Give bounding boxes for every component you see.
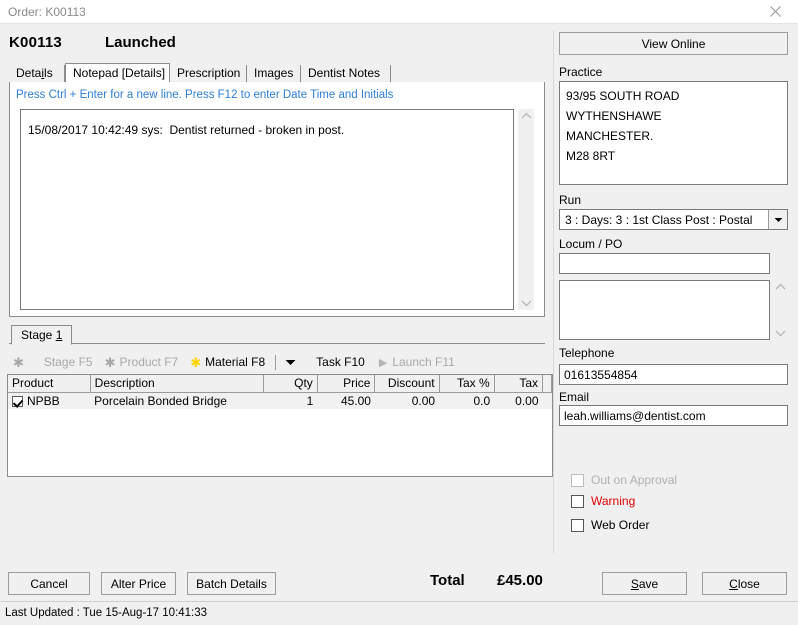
product-f7-button[interactable]: Product F7 — [120, 355, 179, 369]
cell-description: Porcelain Bonded Bridge — [90, 392, 264, 409]
asterisk-icon-stage[interactable]: ✱ — [13, 356, 24, 369]
col-price[interactable]: Price — [317, 375, 376, 393]
cell-product[interactable]: NPBB — [8, 392, 91, 409]
tab-details[interactable]: Details — [9, 65, 65, 82]
stage-tab-strip: Stage 1 — [9, 325, 545, 345]
material-f8-button[interactable]: Material F8 — [205, 355, 265, 369]
tab-images[interactable]: Images — [247, 65, 301, 82]
col-tax-pct[interactable]: Tax % — [439, 375, 495, 393]
title-bar: Order: K00113 — [0, 0, 798, 24]
practice-address-text: 93/95 SOUTH ROAD WYTHENSHAWE MANCHESTER.… — [566, 89, 680, 163]
checkbox-box[interactable] — [571, 494, 584, 508]
stage-tab-1[interactable]: Stage 1 — [11, 325, 73, 345]
total-label: Total — [430, 572, 465, 589]
cell-discount: 0.00 — [374, 392, 440, 409]
chevron-down-icon[interactable] — [775, 330, 786, 337]
cancel-button[interactable]: Cancel — [8, 572, 90, 595]
cell-price: 45.00 — [317, 392, 375, 409]
order-number: K00113 — [9, 34, 62, 51]
col-tax[interactable]: Tax — [494, 375, 544, 393]
launch-f11-button[interactable]: Launch F11 — [392, 355, 455, 369]
tab-dentist-notes-label: Dentist Notes — [308, 66, 381, 80]
chevron-up-icon[interactable] — [775, 283, 786, 290]
warning-label: Warning — [591, 494, 636, 508]
cell-tax: 0.00 — [494, 392, 543, 409]
toolbar-divider — [275, 354, 277, 370]
alter-price-button[interactable]: Alter Price — [101, 572, 176, 595]
tab-images-label: Images — [254, 66, 294, 80]
tab-strip: Details Notepad [Details] Prescription I… — [9, 63, 545, 82]
stage-tab-number: 1 — [55, 328, 63, 342]
total-value: £45.00 — [497, 572, 543, 589]
tab-prescription[interactable]: Prescription — [170, 65, 247, 82]
stage-action-toolbar: ✱ Stage F5 ✱ Product F7 ✱ Material F8 Ta… — [9, 352, 545, 372]
notepad-scrollbar[interactable] — [518, 109, 534, 310]
stage-tab-label: Stage — [21, 328, 53, 342]
col-product[interactable]: Product — [8, 375, 91, 393]
tab-prescription-label: Prescription — [177, 66, 241, 80]
run-label: Run — [559, 193, 582, 207]
cell-qty: 1 — [263, 392, 318, 409]
pane-divider — [553, 30, 554, 553]
tab-notepad-details[interactable]: Notepad [Details] — [65, 63, 170, 82]
status-bar: Last Updated : Tue 15-Aug-17 10:41:33 — [0, 602, 798, 625]
out-on-approval-label: Out on Approval — [591, 473, 678, 487]
col-discount[interactable]: Discount — [374, 375, 440, 393]
locum-po-label: Locum / PO — [559, 237, 623, 251]
stage-f5-button[interactable]: Stage F5 — [44, 355, 93, 369]
save-button[interactable]: Save — [602, 572, 687, 595]
cell-spacer — [542, 392, 552, 409]
window-title: Order: K00113 — [8, 5, 86, 19]
practice-address-box[interactable]: 93/95 SOUTH ROAD WYTHENSHAWE MANCHESTER.… — [559, 81, 788, 185]
close-icon[interactable] — [752, 0, 798, 23]
asterisk-icon-material[interactable]: ✱ — [190, 356, 201, 369]
warning-checkbox[interactable]: Warning — [571, 494, 635, 508]
notepad-text: 15/08/2017 10:42:49 sys: Dentist returne… — [28, 123, 345, 137]
cell-product-text: NPBB — [27, 393, 60, 408]
play-triangle-icon[interactable]: ▶ — [379, 356, 387, 369]
checkbox-box — [571, 473, 584, 487]
last-updated-text: Last Updated : Tue 15-Aug-17 10:41:33 — [5, 607, 208, 619]
notes-box[interactable] — [559, 280, 770, 340]
caret-down-icon[interactable] — [768, 210, 787, 229]
telephone-input[interactable] — [559, 364, 788, 385]
email-input[interactable] — [559, 405, 788, 426]
run-value: 3 : Days: 3 : 1st Class Post : Postal — [565, 212, 753, 227]
notepad-hint: Press Ctrl + Enter for a new line. Press… — [16, 89, 394, 101]
batch-details-button[interactable]: Batch Details — [187, 572, 276, 595]
chevron-down-icon[interactable] — [521, 300, 532, 307]
table-header: Product Description Qty Price Discount T… — [8, 375, 552, 393]
chevron-up-icon[interactable] — [521, 112, 532, 119]
table-header-row: Product Description Qty Price Discount T… — [8, 375, 552, 393]
web-order-label: Web Order — [591, 518, 650, 532]
notepad-textarea[interactable]: 15/08/2017 10:42:49 sys: Dentist returne… — [20, 109, 514, 310]
out-on-approval-checkbox: Out on Approval — [571, 473, 677, 487]
product-grid[interactable]: Product Description Qty Price Discount T… — [7, 374, 553, 477]
product-table: Product Description Qty Price Discount T… — [8, 375, 552, 409]
col-description[interactable]: Description — [90, 375, 264, 393]
table-body: NPBB Porcelain Bonded Bridge 1 45.00 0.0… — [8, 392, 552, 409]
web-order-checkbox[interactable]: Web Order — [571, 518, 649, 532]
row-checkbox[interactable] — [12, 395, 23, 407]
order-status: Launched — [105, 34, 176, 51]
tab-dentist-notes[interactable]: Dentist Notes — [301, 65, 391, 82]
checkbox-box[interactable] — [571, 518, 584, 532]
email-label: Email — [559, 390, 590, 404]
locum-po-input[interactable] — [559, 253, 770, 274]
cell-tax-pct: 0.0 — [439, 392, 495, 409]
asterisk-icon-product[interactable]: ✱ — [105, 356, 116, 369]
tab-notepad-label: Notepad [Details] — [73, 66, 166, 80]
notes-scrollbar[interactable] — [772, 280, 788, 340]
task-f10-button[interactable]: Task F10 — [316, 355, 365, 369]
caret-down-icon[interactable] — [285, 355, 296, 369]
table-row[interactable]: NPBB Porcelain Bonded Bridge 1 45.00 0.0… — [8, 392, 552, 409]
practice-label: Practice — [559, 65, 603, 79]
run-dropdown[interactable]: 3 : Days: 3 : 1st Class Post : Postal — [559, 209, 788, 230]
col-qty[interactable]: Qty — [263, 375, 318, 393]
view-online-button[interactable]: View Online — [559, 32, 788, 55]
telephone-label: Telephone — [559, 346, 615, 360]
col-spacer — [542, 375, 552, 393]
order-window: Order: K00113 K00113 Launched Details No… — [0, 0, 798, 625]
close-button[interactable]: Close — [702, 572, 787, 595]
